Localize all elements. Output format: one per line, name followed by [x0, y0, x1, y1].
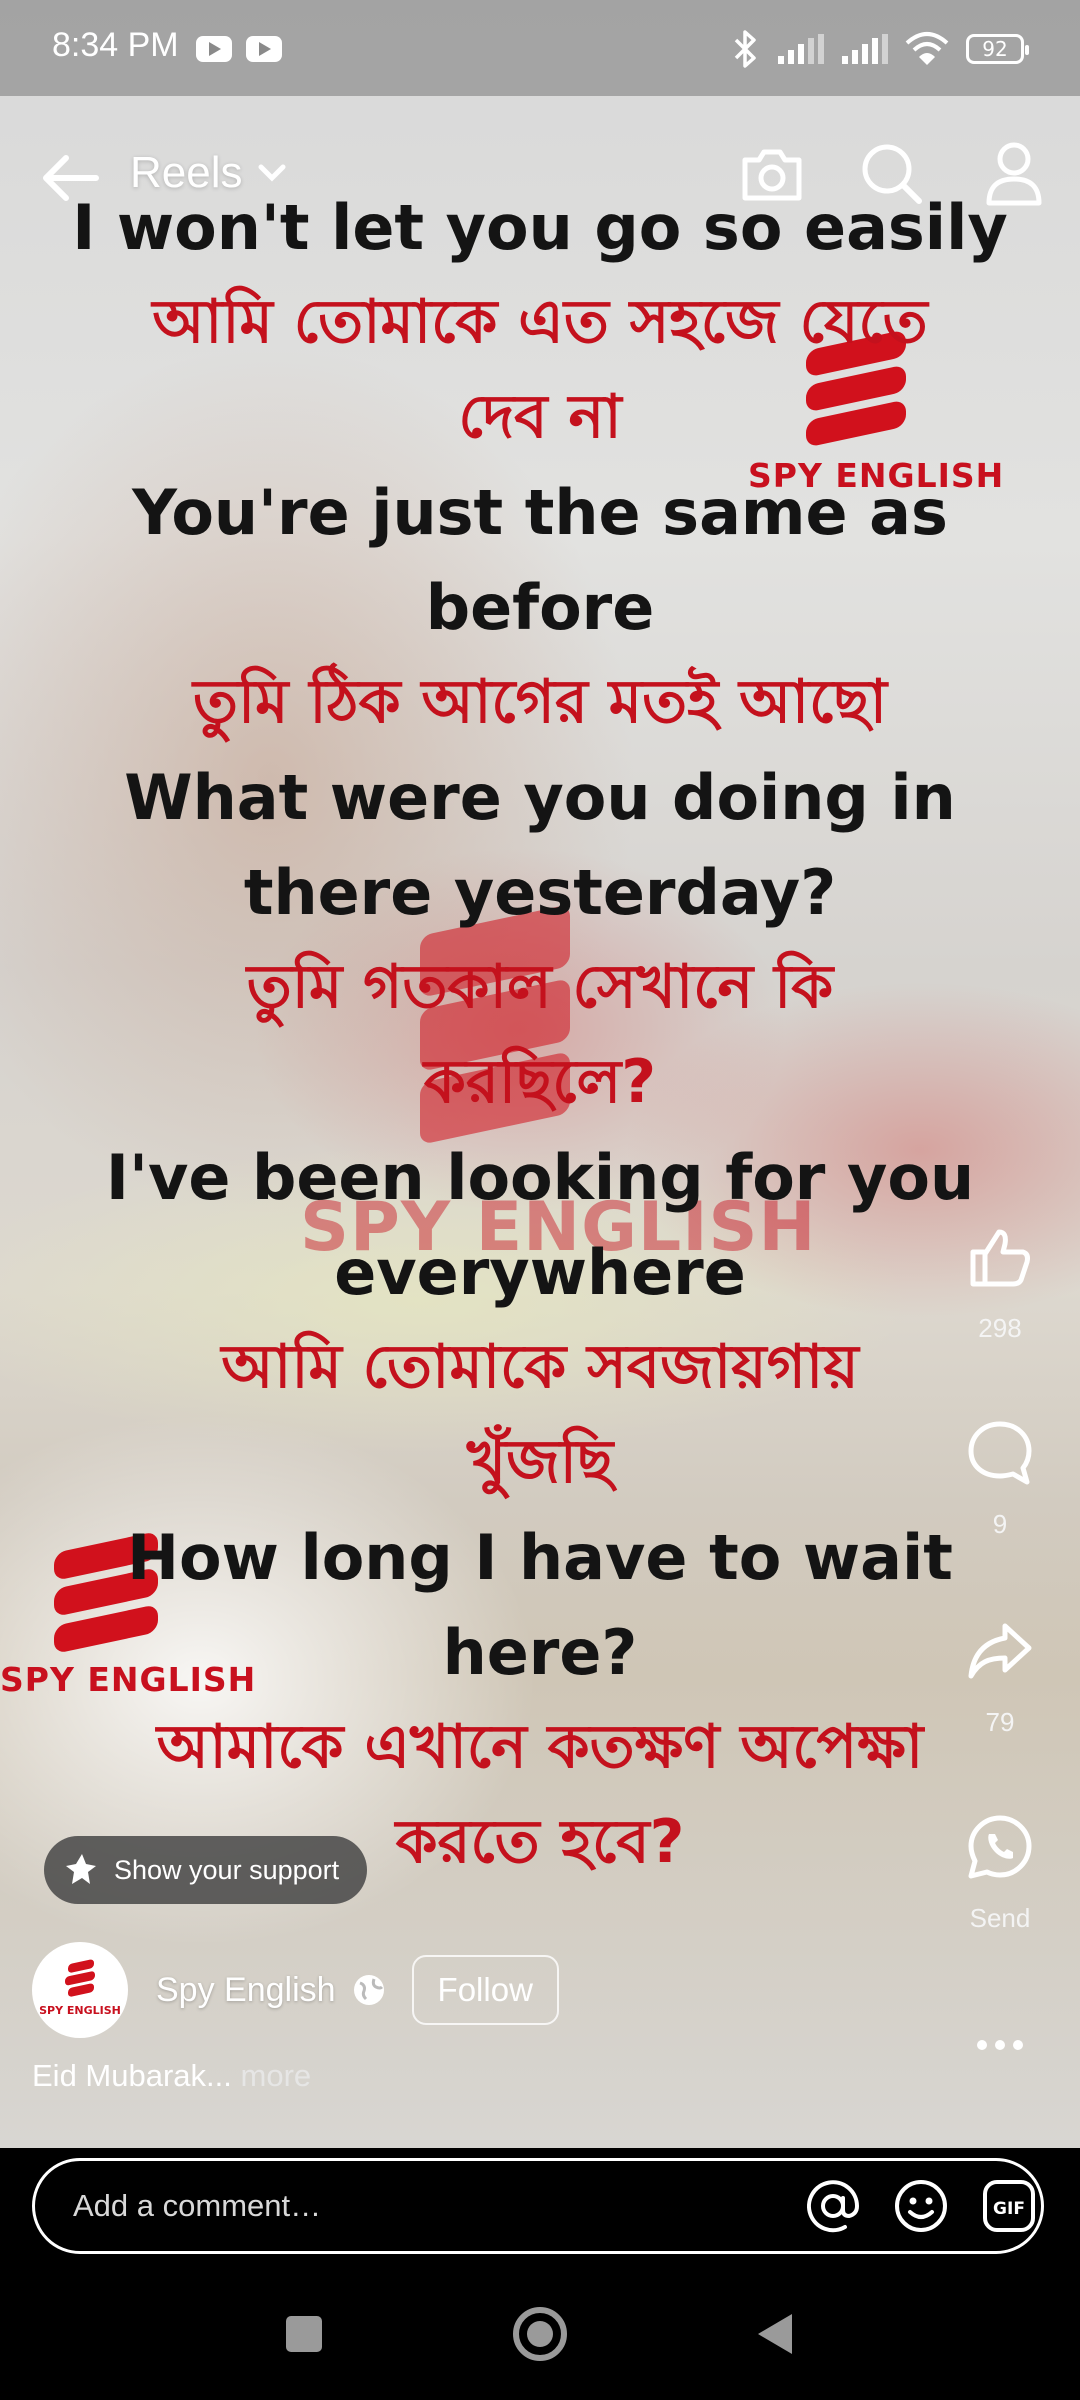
system-nav-bar [0, 2266, 1080, 2400]
caption[interactable]: Eid Mubarak... more [32, 2058, 311, 2094]
search-button[interactable] [850, 132, 934, 216]
send-label: Send [969, 1903, 1031, 1933]
at-sign-icon [807, 2180, 860, 2233]
status-time: 8:34 PM [52, 26, 179, 64]
status-bar: 8:34 PM 92 [0, 0, 1080, 96]
emoji-button[interactable] [891, 2176, 951, 2236]
search-icon [862, 144, 922, 204]
emoji-icon [895, 2180, 947, 2232]
overlay-line-bengali: খুঁজছি [466, 1427, 614, 1497]
share-count: 79 [985, 1707, 1015, 1737]
overlay-line-bengali: দেব না [458, 382, 622, 452]
like-action: 298 [944, 1215, 1056, 1344]
send-action: Send [944, 1805, 1056, 1934]
reels-header: Reels [0, 128, 1080, 228]
overlay-line-bengali: তুমি ঠিক আগের মতই আছো [192, 667, 888, 737]
whatsapp-icon [968, 1815, 1032, 1879]
comment-input[interactable] [71, 2187, 775, 2225]
overlay-line-bengali: করছিলে? [423, 1047, 657, 1117]
caption-text: Eid Mubarak... [32, 2058, 232, 2093]
show-support-button[interactable]: Show your support [44, 1836, 368, 1904]
status-icons: 92 [730, 30, 1029, 68]
battery-icon: 92 [966, 34, 1029, 64]
show-support-label: Show your support [114, 1854, 340, 1885]
globe-icon [353, 1975, 384, 2005]
overlay-line-english: What were you doing in [124, 761, 956, 834]
overlay-line-english: there yesterday? [243, 856, 837, 929]
reels-title-dropdown[interactable]: Reels [130, 148, 287, 198]
share-icon [968, 1623, 1032, 1679]
overlay-line-bengali: আমি তোমাকে সবজায়গায় [221, 1332, 859, 1402]
share-button[interactable] [944, 1609, 1056, 1693]
mention-button[interactable] [803, 2176, 863, 2236]
comment-box: GIF [32, 2158, 1044, 2254]
signal-icon [842, 34, 888, 64]
send-button[interactable] [944, 1805, 1056, 1889]
caption-more-link[interactable]: more [241, 2058, 312, 2093]
gift-sparkle-icon [66, 1854, 96, 1884]
more-button[interactable] [944, 2035, 1056, 2075]
comment-icon [968, 1421, 1032, 1485]
comment-count: 9 [992, 1509, 1008, 1539]
more-icon [977, 2040, 1023, 2050]
overlay-line-bengali: আমাকে এখানে কতক্ষণ অপেক্ষা [156, 1712, 924, 1782]
signal-icon [778, 34, 824, 64]
overlay-line-english: here? [442, 1616, 638, 1689]
overlay-line-english: You're just the same as [132, 476, 948, 549]
like-button[interactable] [944, 1215, 1056, 1299]
youtube-icon [246, 36, 282, 62]
profile-button[interactable] [972, 132, 1056, 216]
triangle-back-icon [758, 2314, 792, 2354]
overlay-line-english: How long I have to wait [127, 1521, 953, 1594]
overlay-line-english: I've been looking for you [105, 1141, 975, 1214]
overlay-line-bengali: আমি তোমাকে এত সহজে যেতে [152, 287, 928, 357]
thumbs-up-icon [970, 1229, 1030, 1287]
reels-title: Reels [130, 148, 243, 197]
wifi-icon [905, 32, 949, 65]
comment-bar: GIF [0, 2148, 1080, 2266]
back-button[interactable] [36, 148, 106, 208]
camera-button[interactable] [730, 132, 814, 216]
gif-label: GIF [993, 2199, 1025, 2219]
overlay-line-english: before [425, 571, 655, 644]
chevron-down-icon [258, 164, 285, 182]
square-icon [286, 2316, 322, 2352]
overlay-line-bengali: তুমি গতকাল সেখানে কি [246, 952, 834, 1022]
profile-icon [986, 142, 1042, 206]
overlay-text: I won't let you go so easily আমি তোমাকে … [40, 180, 1040, 1890]
gif-button[interactable]: GIF [979, 2176, 1039, 2236]
spy-english-logo: SPY ENGLISH [39, 1959, 121, 2017]
follow-button[interactable]: Follow [411, 1955, 559, 2025]
back-arrow-icon [43, 155, 99, 201]
comment-action: 9 [944, 1411, 1056, 1540]
recents-button[interactable] [264, 2302, 344, 2366]
avatar-text: SPY ENGLISH [39, 2004, 121, 2017]
circle-icon [513, 2307, 567, 2361]
share-action: 79 [944, 1609, 1056, 1738]
like-count: 298 [978, 1313, 1022, 1343]
comment-button[interactable] [944, 1411, 1056, 1495]
camera-icon [742, 149, 802, 201]
back-nav-button[interactable] [734, 2302, 814, 2366]
gif-icon: GIF [983, 2180, 1035, 2232]
author-name[interactable]: Spy English [156, 1971, 336, 2010]
author-row: SPY ENGLISH Spy English Follow [32, 1940, 559, 2040]
avatar[interactable]: SPY ENGLISH [32, 1942, 128, 2038]
youtube-icon [196, 36, 232, 62]
bluetooth-icon [734, 30, 756, 68]
overlay-line-english: everywhere [334, 1236, 746, 1309]
reel-video[interactable]: SPY ENGLISH SPY ENGLISH SPY ENGLISH I wo… [0, 0, 1080, 2148]
home-button[interactable] [500, 2302, 580, 2366]
